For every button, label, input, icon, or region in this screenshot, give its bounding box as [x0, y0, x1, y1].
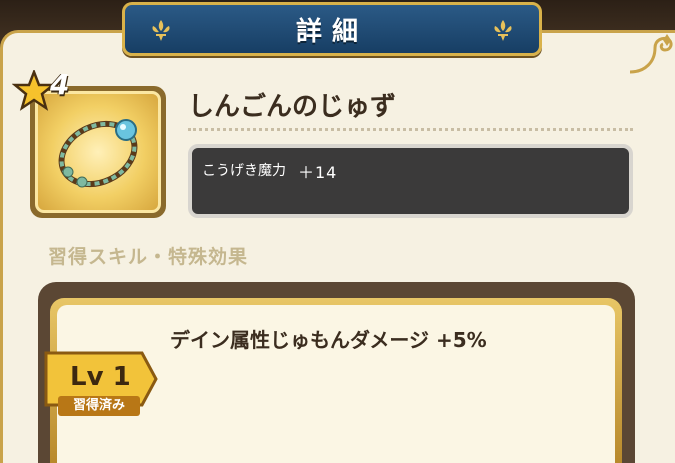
section-title: 習得スキル・特殊効果 — [48, 246, 249, 268]
rarity-number: 4 — [50, 68, 70, 101]
stat-value: ＋14 — [298, 163, 338, 182]
learned-badge: 習得済み — [58, 396, 140, 416]
fleur-de-lis-icon — [494, 20, 512, 41]
skill-description: デイン属性じゅもんダメージ +5% — [170, 328, 487, 352]
divider — [188, 128, 633, 131]
prayer-beads-icon — [58, 119, 138, 188]
page-title: 詳細 — [295, 16, 368, 47]
stat-box: こうげき魔力 ＋14 — [188, 144, 633, 218]
level-label: Lv 1 — [70, 362, 131, 392]
item-name: しんごんのじゅず — [188, 92, 397, 122]
title-banner: 詳細 — [122, 2, 542, 56]
stat-label: こうげき魔力 — [202, 163, 286, 179]
corner-ornament-icon — [629, 34, 673, 74]
